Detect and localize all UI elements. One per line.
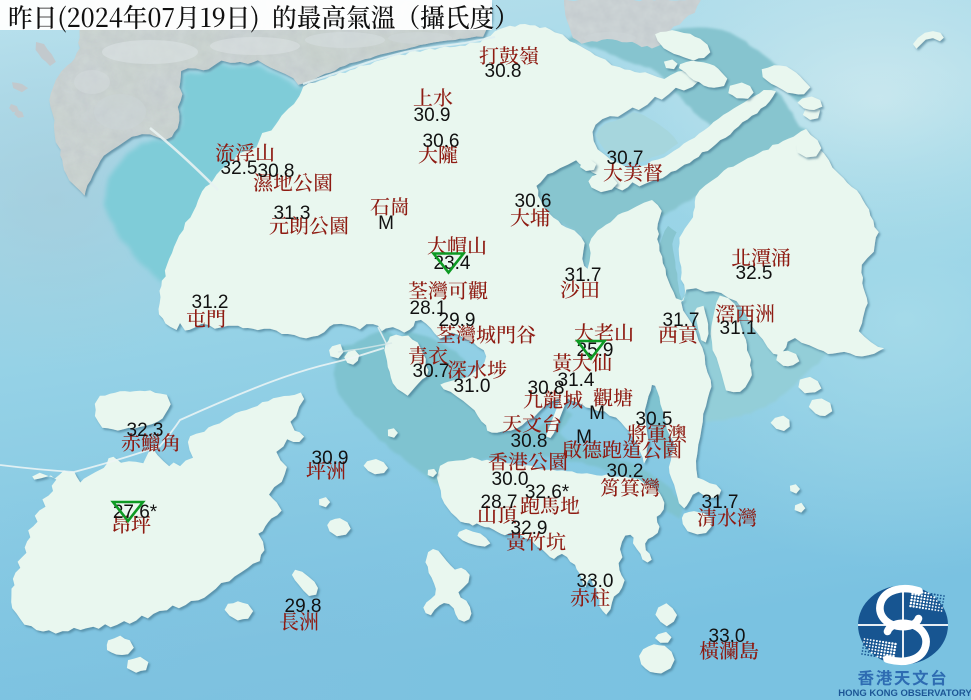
svg-text:32.6*: 32.6*	[525, 482, 570, 503]
svg-text:33.0: 33.0	[709, 626, 746, 647]
svg-text:32.5: 32.5	[221, 158, 258, 179]
svg-text:30.8: 30.8	[485, 61, 522, 82]
svg-text:M: M	[576, 427, 592, 448]
svg-text:30.5: 30.5	[636, 409, 673, 430]
svg-text:30.7: 30.7	[607, 148, 644, 169]
svg-text:31.7: 31.7	[663, 310, 700, 331]
svg-text:32.9: 32.9	[511, 518, 548, 539]
svg-text:29.8: 29.8	[285, 596, 322, 617]
svg-text:30.9: 30.9	[414, 105, 451, 126]
svg-text:30.8: 30.8	[258, 161, 295, 182]
svg-text:32.3: 32.3	[127, 420, 164, 441]
svg-text:30.6: 30.6	[515, 191, 552, 212]
svg-text:30.2: 30.2	[607, 461, 644, 482]
svg-text:31.7: 31.7	[565, 265, 602, 286]
svg-text:29.9: 29.9	[439, 310, 476, 331]
svg-text:30.7: 30.7	[413, 361, 450, 382]
svg-text:31.3: 31.3	[274, 203, 311, 224]
svg-text:31.1: 31.1	[720, 318, 757, 339]
svg-text:30.0: 30.0	[492, 469, 529, 490]
svg-text:30.8: 30.8	[511, 431, 548, 452]
svg-text:31.0: 31.0	[454, 376, 491, 397]
svg-text:M: M	[589, 403, 605, 424]
svg-text:HONG KONG OBSERVATORY: HONG KONG OBSERVATORY	[838, 688, 971, 699]
svg-text:33.0: 33.0	[577, 571, 614, 592]
svg-text:30.6: 30.6	[423, 131, 460, 152]
svg-text:M: M	[378, 213, 394, 234]
svg-text:32.5: 32.5	[736, 263, 773, 284]
svg-text:23.4: 23.4	[434, 253, 471, 274]
svg-text:31.2: 31.2	[192, 292, 229, 313]
svg-text:28.7: 28.7	[481, 492, 518, 513]
svg-text:31.7: 31.7	[702, 492, 739, 513]
svg-text:30.9: 30.9	[312, 448, 349, 469]
svg-text:30.8: 30.8	[528, 378, 565, 399]
